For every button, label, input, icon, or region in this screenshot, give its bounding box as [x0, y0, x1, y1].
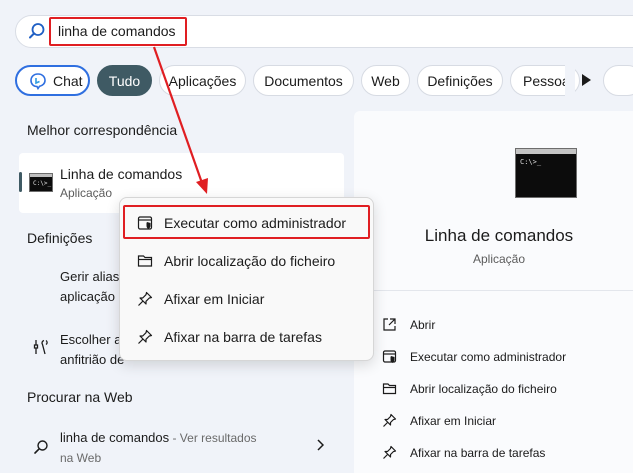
settings-item-terminal-line1: Escolher a	[60, 332, 122, 347]
filter-chat[interactable]: Chat	[15, 65, 90, 96]
web-search-suffix: - Ver resultados	[169, 431, 257, 445]
filter-all-label: Tudo	[108, 72, 141, 89]
filter-apps[interactable]: Aplicações	[159, 65, 246, 96]
preview-action-run-admin[interactable]: Executar como administrador	[410, 350, 566, 364]
run-admin-highlight-box	[123, 205, 370, 239]
folder-icon	[382, 383, 397, 395]
tools-icon	[33, 339, 48, 355]
section-web: Procurar na Web	[27, 389, 133, 405]
ctx-pin-start[interactable]: Afixar em Iniciar	[164, 291, 264, 307]
open-external-icon	[383, 318, 396, 331]
web-search-item[interactable]: linha de comandos - Ver resultados na We…	[60, 428, 257, 468]
filter-chat-label: Chat	[53, 72, 83, 89]
web-search-line2: na Web	[60, 451, 102, 465]
filter-documents[interactable]: Documentos	[253, 65, 354, 96]
filter-settings-label: Definições	[427, 72, 493, 89]
filter-people-label: Pessoa	[523, 72, 570, 89]
scroll-filters-icon[interactable]	[580, 73, 592, 87]
ctx-pin-taskbar[interactable]: Afixar na barra de tarefas	[164, 329, 322, 345]
ctx-folder-icon	[137, 255, 153, 267]
search-highlight-box	[49, 17, 187, 46]
admin-shield-icon	[382, 350, 397, 363]
selection-indicator	[19, 172, 22, 192]
filter-settings[interactable]: Definições	[417, 65, 503, 96]
filter-documents-label: Documentos	[264, 72, 343, 89]
filter-web-label: Web	[371, 72, 400, 89]
preview-subtitle: Aplicação	[472, 252, 526, 266]
preview-divider	[370, 290, 633, 291]
ctx-pin-icon	[138, 291, 153, 306]
filter-web[interactable]: Web	[361, 65, 410, 96]
preview-action-pin-start[interactable]: Afixar em Iniciar	[410, 414, 496, 428]
section-settings: Definições	[27, 230, 93, 246]
web-search-icon	[34, 440, 48, 454]
cmd-app-icon: C:\>_	[29, 173, 53, 192]
settings-item-alias-line2: aplicação	[60, 289, 115, 304]
best-match-subtitle: Aplicação	[60, 186, 113, 200]
ctx-open-location[interactable]: Abrir localização do ficheiro	[164, 253, 335, 269]
settings-item-alias-line1: Gerir alias	[60, 269, 120, 284]
ctx-pin-taskbar-icon	[138, 329, 153, 344]
preview-title: Linha de comandos	[424, 226, 574, 245]
search-icon	[29, 23, 45, 39]
preview-action-open-location[interactable]: Abrir localização do ficheiro	[410, 382, 557, 396]
chevron-right-icon[interactable]	[316, 439, 324, 451]
web-search-query: linha de comandos	[60, 430, 170, 445]
settings-item-terminal-line2: anfitrião de	[60, 352, 125, 367]
cmd-app-large-icon: C:\>_	[515, 148, 577, 198]
settings-item-alias[interactable]: Gerir alias aplicação	[60, 267, 119, 307]
filter-apps-label: Aplicações	[168, 72, 237, 89]
pin-taskbar-icon	[383, 445, 397, 459]
filter-all[interactable]: Tudo	[97, 65, 152, 96]
settings-item-terminal[interactable]: Escolher a anfitrião de	[60, 330, 124, 370]
section-best-match: Melhor correspondência	[27, 122, 178, 138]
pin-icon	[383, 413, 397, 427]
best-match-title: Linha de comandos	[60, 166, 183, 182]
preview-action-open[interactable]: Abrir	[410, 318, 435, 332]
preview-action-pin-taskbar[interactable]: Afixar na barra de tarefas	[410, 446, 545, 460]
bing-chat-icon	[30, 72, 46, 90]
pill-overflow-mask	[565, 60, 575, 100]
more-options-button[interactable]	[603, 65, 633, 96]
